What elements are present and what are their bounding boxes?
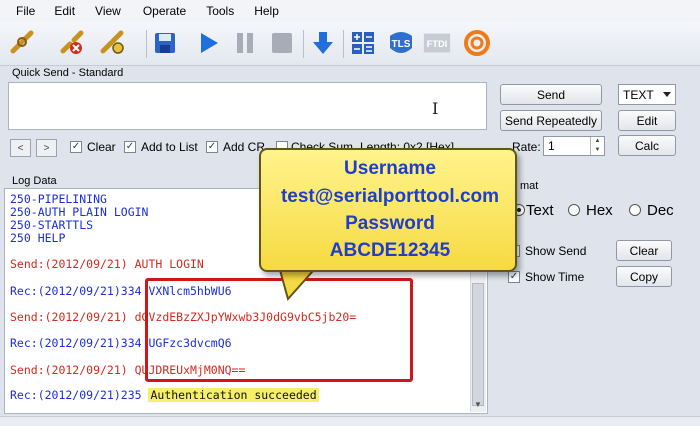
credentials-callout: Username test@serialporttool.com Passwor… (259, 148, 517, 272)
menu-file[interactable]: File (16, 4, 35, 18)
send-mode-value: TEXT (623, 87, 654, 102)
svg-text:TLS: TLS (392, 39, 411, 50)
save-icon[interactable] (150, 28, 180, 58)
toolbar: TLS FTDI (0, 22, 700, 66)
history-next-button[interactable]: > (36, 139, 57, 157)
calc-button[interactable]: Calc (618, 135, 676, 156)
scroll-down-icon[interactable]: ▼ (470, 398, 486, 412)
connect-icon[interactable] (8, 28, 38, 58)
edit-button[interactable]: Edit (618, 110, 676, 131)
log-scroll-thumb[interactable] (472, 283, 484, 406)
menu-help[interactable]: Help (254, 4, 279, 18)
username-value: test@serialporttool.com (280, 186, 500, 207)
username-heading: Username (344, 158, 436, 179)
help-icon[interactable] (462, 28, 492, 58)
tls-icon[interactable]: TLS (386, 28, 416, 58)
add-cr-checkbox[interactable]: ✓ (206, 141, 218, 153)
log-line: 250-STARTTLS (10, 218, 94, 232)
menu-bar: File Edit View Operate Tools Help (0, 0, 700, 22)
menu-tools[interactable]: Tools (206, 4, 234, 18)
show-time-label: Show Time (525, 270, 585, 284)
send-button[interactable]: Send (500, 84, 602, 105)
calculator-icon[interactable] (348, 28, 378, 58)
clear-checkbox[interactable]: ✓ (70, 141, 82, 153)
hex-radio-label: Hex (586, 202, 613, 219)
add-to-list-checkbox[interactable]: ✓ (124, 141, 136, 153)
clear-log-button[interactable]: Clear (616, 240, 672, 261)
send-mode-select[interactable]: TEXT (618, 84, 676, 105)
display-format-label: mat (520, 180, 539, 192)
log-data-title: Log Data (12, 175, 57, 187)
log-line: 250 HELP (10, 231, 66, 245)
dec-radio-label: Dec (647, 202, 674, 219)
disconnect-icon[interactable] (58, 28, 88, 58)
auth-success-highlight: Authentication succeeded (148, 388, 319, 402)
hex-radio[interactable] (568, 204, 580, 216)
copy-log-button[interactable]: Copy (616, 266, 672, 287)
send-repeatedly-button[interactable]: Send Repeatedly (500, 110, 602, 131)
quick-send-input[interactable] (8, 82, 487, 130)
log-line: 250-AUTH PLAIN LOGIN (10, 205, 149, 219)
menu-view[interactable]: View (95, 4, 121, 18)
download-icon[interactable] (308, 28, 338, 58)
dec-radio[interactable] (629, 204, 641, 216)
log-line: 250-PIPELINING (10, 192, 107, 206)
chevron-down-icon (663, 92, 671, 97)
log-line-prefix: Rec:(2012/09/21)235 (10, 388, 149, 402)
menu-operate[interactable]: Operate (143, 4, 186, 18)
password-heading: Password (345, 213, 435, 234)
rate-spinner[interactable]: ▲ ▼ (590, 137, 604, 155)
clear-checkbox-label: Clear (87, 140, 116, 154)
quick-send-label: Quick Send - Standard (12, 67, 124, 79)
ftdi-icon[interactable]: FTDI (422, 28, 452, 58)
status-bar (0, 416, 700, 426)
stop-icon[interactable] (267, 28, 297, 58)
add-to-list-label: Add to List (141, 140, 198, 154)
pause-icon[interactable] (230, 28, 260, 58)
history-prev-button[interactable]: < (10, 139, 31, 157)
text-radio-label: Text (526, 202, 554, 219)
show-time-checkbox[interactable]: ✓ (508, 271, 520, 283)
log-line: Send:(2012/09/21) AUTH LOGIN (10, 257, 204, 271)
password-value: ABCDE12345 (329, 240, 451, 261)
show-send-label: Show Send (525, 244, 587, 258)
settings-icon[interactable] (98, 28, 128, 58)
play-icon[interactable] (193, 28, 223, 58)
menu-edit[interactable]: Edit (54, 4, 75, 18)
svg-text:FTDI: FTDI (427, 39, 448, 49)
log-line: Rec:(2012/09/21)235 Authentication succe… (10, 388, 319, 402)
text-cursor-icon: I (432, 99, 439, 118)
